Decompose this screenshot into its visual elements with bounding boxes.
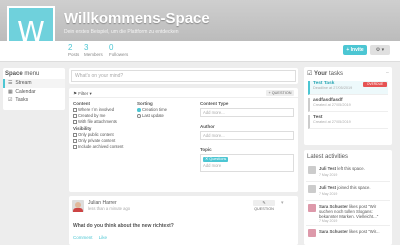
activity-time: 7 May 2019 (319, 173, 338, 177)
checkbox[interactable] (73, 133, 77, 137)
activity-item[interactable]: Sara Schuster likes post "Wir... (306, 227, 390, 245)
space-stats-bar: 2 Posts 3 Members 0 Followers (0, 41, 400, 62)
avatar (308, 166, 316, 174)
post-text: What do you think about the new richtext… (73, 223, 174, 229)
question-badge: ✎ QUESTION (253, 200, 275, 211)
task-item[interactable]: asdfasdfasdf Created at 27/05/2019 (308, 98, 388, 112)
comment-link[interactable]: Comment (73, 235, 93, 240)
tasks-icon: ☑ (307, 71, 315, 77)
stat-members-label: Members (84, 52, 103, 57)
checkbox[interactable] (73, 114, 77, 118)
stream-filter-panel: ⚑ Filter ▾ + QUESTION Content Where I´m … (69, 88, 298, 192)
latest-activities-panel: Latest activities Juli Test left this sp… (304, 150, 392, 245)
menu-item-calendar[interactable]: ▦ Calendar (3, 88, 65, 97)
space-description: Dein erstes Beispiel, um die Plattform z… (64, 29, 179, 35)
filter-content-title: Content (73, 101, 90, 106)
checkbox[interactable] (73, 145, 77, 149)
stat-followers[interactable]: 0 Followers (109, 43, 128, 57)
menu-item-stream[interactable]: ☰ Stream (3, 79, 65, 88)
radio-selected[interactable] (137, 108, 141, 112)
stat-posts-value: 2 (68, 43, 73, 52)
avatar (308, 185, 316, 193)
your-tasks-panel: ☑ Your tasks ‒ Test Task Deadline at 27/… (304, 67, 392, 145)
topic-tag[interactable]: ✕ Questions (203, 157, 229, 162)
avatar[interactable] (72, 200, 84, 212)
topic-add-placeholder: Add more (203, 163, 222, 168)
menu-item-stream-label: Stream (15, 80, 32, 86)
chevron-down-icon[interactable]: ▾ (281, 200, 284, 206)
menu-item-tasks-label: Tasks (15, 97, 29, 103)
sort-option-last-update[interactable]: Last update (137, 113, 167, 119)
filter-author-title: Author (200, 124, 215, 129)
filter-content-column: Content Where I´m involved Created by me… (73, 101, 123, 150)
filter-option-file-attachments[interactable]: With file attachments (73, 119, 123, 125)
radio[interactable] (137, 114, 141, 118)
activity-item[interactable]: Sara Schuster likes post "Wir suchen noc… (306, 202, 390, 226)
avatar (308, 229, 316, 237)
filter-topic-title: Topic (200, 147, 212, 152)
stat-followers-label: Followers (109, 52, 129, 57)
list-icon: ☰ (8, 80, 13, 86)
invite-button[interactable]: + Invite (343, 45, 367, 55)
space-settings-button[interactable]: ⚙ ▾ (370, 45, 390, 55)
calendar-icon: ▦ (8, 88, 13, 95)
post-time[interactable]: less than a minute ago (88, 206, 130, 211)
avatar (308, 204, 316, 212)
filter-option-archived[interactable]: Include archived content (73, 144, 123, 150)
stat-followers-value: 0 (109, 43, 114, 52)
activity-item[interactable]: Juli Test joined this space. 7 May 2019 (306, 183, 390, 201)
tasks-panel-title: ☑ Your tasks (307, 71, 343, 77)
post-actions: Comment Like (73, 235, 112, 240)
filter-header: ⚑ Filter ▾ + QUESTION (69, 88, 298, 98)
space-menu: Space menu ☰ Stream ▦ Calendar ☑ Tasks (3, 68, 65, 110)
author-picker[interactable]: Add more... (200, 131, 294, 140)
post-composer: What's on your mind? (69, 68, 298, 84)
stat-posts-label: Posts (68, 52, 80, 57)
menu-item-tasks[interactable]: ☑ Tasks (3, 96, 65, 105)
topic-picker[interactable]: ✕ Questions Add more (200, 154, 294, 172)
stat-members-value: 3 (84, 43, 89, 52)
space-menu-title: Space menu (5, 71, 40, 77)
task-date: Created at 27/05/2019 (313, 103, 351, 107)
menu-item-calendar-label: Calendar (15, 88, 36, 95)
composer-input[interactable]: What's on your mind? (71, 70, 296, 82)
filter-toggle[interactable]: ⚑ Filter ▾ (73, 91, 92, 97)
task-date: Created at 27/05/2019 (313, 120, 351, 124)
stream-post: Julian Harrer less than a minute ago ✎ Q… (69, 196, 298, 245)
task-item[interactable]: Test Created at 27/05/2019 (308, 115, 388, 129)
collapse-icon[interactable]: ‒ (386, 70, 389, 76)
overdue-badge: OVERDUE (363, 82, 387, 87)
filter-sorting-title: Sorting (137, 101, 153, 106)
activity-item[interactable]: Juli Test left this space. 7 May 2019 (306, 164, 390, 182)
checkbox[interactable] (73, 120, 77, 124)
task-item[interactable]: Test Task Deadline at 27/05/2019 OVERDUE (308, 81, 388, 95)
filter-sorting-column: Sorting Creation time Last update (137, 101, 167, 119)
question-filter-button[interactable]: + QUESTION (266, 90, 294, 96)
checkbox[interactable] (73, 139, 77, 143)
stat-posts[interactable]: 2 Posts (68, 43, 79, 57)
stat-members[interactable]: 3 Members (84, 43, 103, 57)
like-link[interactable]: Like (99, 235, 107, 240)
activities-title: Latest activities (307, 154, 349, 160)
content-type-picker[interactable]: Add more... (200, 108, 294, 117)
filter-visibility-title: Visibility (73, 126, 92, 131)
activity-time: 7 May 2019 (319, 192, 338, 196)
space-title: Willkommens-Space (64, 10, 210, 27)
activity-time: 7 May 2019 (319, 219, 338, 223)
checkbox[interactable] (73, 108, 77, 112)
tasks-icon: ☑ (8, 97, 13, 103)
filter-content-type-title: Content Type (200, 101, 229, 106)
